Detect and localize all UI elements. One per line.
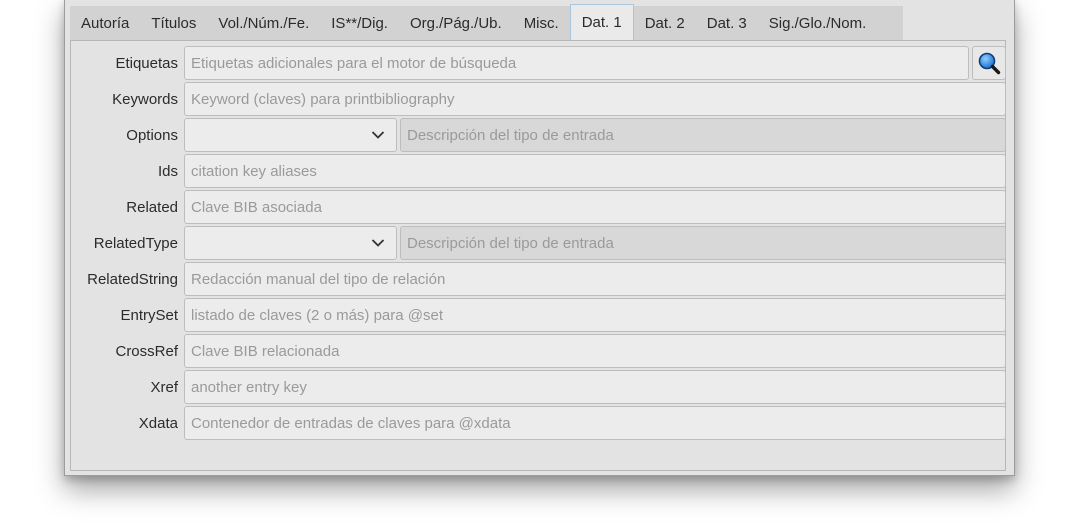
row-entryset: EntrySet listado de claves (2 o más) par… [71,298,1007,332]
row-relatedstring: RelatedString Redacción manual del tipo … [71,262,1007,296]
tab-panel-dat-1: Etiquetas Etiquetas adicionales para el … [70,40,1006,471]
relatedtype-description: Descripción del tipo de entrada [400,226,1006,260]
etiquetas-label: Etiquetas [115,54,178,72]
xref-input[interactable]: another entry key [184,370,1006,404]
related-input[interactable]: Clave BIB asociada [184,190,1006,224]
options-description: Descripción del tipo de entrada [400,118,1006,152]
chevron-down-icon [371,131,385,139]
row-xdata: Xdata Contenedor de entradas de claves p… [71,406,1007,440]
ids-label: Ids [157,162,178,180]
relatedstring-label: RelatedString [87,270,178,288]
tab-dat-1[interactable]: Dat. 1 [569,4,634,40]
row-xref: Xref another entry key [71,370,1007,404]
relatedstring-input[interactable]: Redacción manual del tipo de relación [184,262,1006,296]
relatedtype-label: RelatedType [93,234,178,252]
row-relatedtype: RelatedType Descripción del tipo de entr… [71,226,1007,260]
magnifier-icon [978,52,1001,75]
chevron-down-icon [371,239,385,247]
keywords-input[interactable]: Keyword (claves) para printbibliography [184,82,1006,116]
crossref-input[interactable]: Clave BIB relacionada [184,334,1006,368]
xdata-input[interactable]: Contenedor de entradas de claves para @x… [184,406,1006,440]
ids-input[interactable]: citation key aliases [184,154,1006,188]
tab-org-pag-ub[interactable]: Org./Pág./Ub. [399,6,513,40]
entryset-label: EntrySet [120,306,178,324]
search-button[interactable] [972,46,1006,80]
related-label: Related [126,198,178,216]
keywords-label: Keywords [112,90,178,108]
xref-label: Xref [150,378,178,396]
row-options: Options Descripción del tipo de entrada [71,118,1007,152]
options-select[interactable] [184,118,397,152]
crossref-label: CrossRef [115,342,178,360]
tab-vol-num-fe[interactable]: Vol./Núm./Fe. [207,6,320,40]
row-keywords: Keywords Keyword (claves) para printbibl… [71,82,1007,116]
xdata-label: Xdata [138,414,178,432]
options-label: Options [126,126,178,144]
row-etiquetas: Etiquetas Etiquetas adicionales para el … [71,46,1007,80]
tab-autoria[interactable]: Autoría [70,6,140,40]
tab-dat-2[interactable]: Dat. 2 [634,6,696,40]
entryset-input[interactable]: listado de claves (2 o más) para @set [184,298,1006,332]
tab-titulos[interactable]: Títulos [140,6,207,40]
row-related: Related Clave BIB asociada [71,190,1007,224]
tab-dat-3[interactable]: Dat. 3 [696,6,758,40]
editor-window: Autoría Títulos Vol./Núm./Fe. IS**/Dig. … [64,0,1015,476]
tab-misc[interactable]: Misc. [513,6,570,40]
etiquetas-input[interactable]: Etiquetas adicionales para el motor de b… [184,46,969,80]
relatedtype-select[interactable] [184,226,397,260]
tab-is-dig[interactable]: IS**/Dig. [320,6,399,40]
tab-bar: Autoría Títulos Vol./Núm./Fe. IS**/Dig. … [70,4,903,40]
row-ids: Ids citation key aliases [71,154,1007,188]
row-crossref: CrossRef Clave BIB relacionada [71,334,1007,368]
tab-sig-glo-nom[interactable]: Sig./Glo./Nom. [758,6,878,40]
